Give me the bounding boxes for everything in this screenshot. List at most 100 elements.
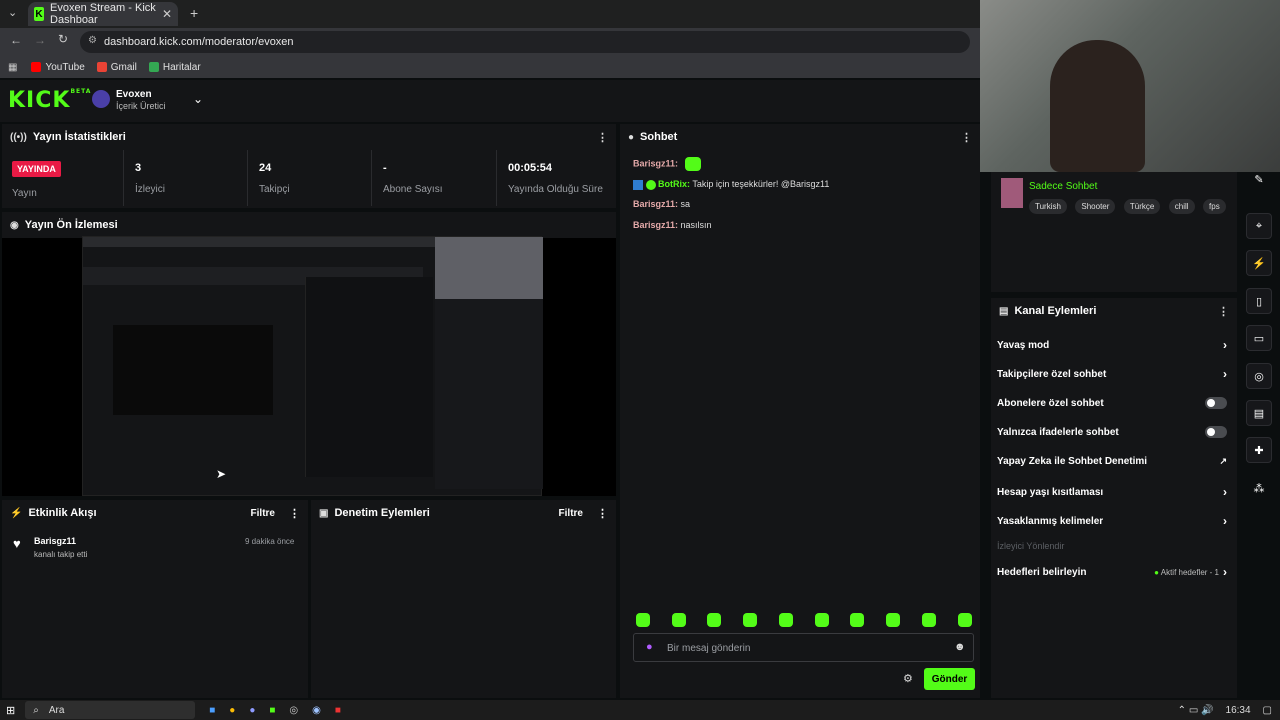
- chat-icon[interactable]: ▭: [1246, 325, 1272, 351]
- bookmark-maps[interactable]: Haritalar: [148, 62, 201, 73]
- webcam-overlay: [980, 0, 1280, 172]
- goals-row[interactable]: Hedefleri belirleyin ● Aktif hedefler - …: [997, 565, 1227, 579]
- stat-viewers: 3 İzleyici: [125, 150, 248, 206]
- activity-filter-button[interactable]: Filtre: [251, 508, 275, 519]
- chevron-right-icon: ›: [1223, 485, 1227, 499]
- streamer-silhouette: [1050, 40, 1145, 172]
- bookmark-gmail[interactable]: Gmail: [96, 62, 137, 73]
- stats-title: Yayın İstatistikleri: [32, 131, 126, 143]
- preview-title: Yayın Ön İzlemesi: [24, 219, 118, 231]
- kick-logo[interactable]: KICKBETA: [8, 88, 91, 113]
- new-tab-icon[interactable]: +: [190, 5, 198, 21]
- ai-moderation-row[interactable]: Yapay Zeka ile Sohbet Denetimi ↗: [997, 456, 1227, 467]
- slow-mode-row[interactable]: Yavaş mod ›: [997, 338, 1227, 352]
- bolt-icon[interactable]: ⚡: [1246, 250, 1272, 276]
- emoji-picker-icon[interactable]: ☻: [954, 641, 966, 653]
- channel-actions-menu-icon[interactable]: ⋮: [1218, 305, 1229, 318]
- channel-name: Evoxen: [116, 89, 152, 100]
- back-icon[interactable]: ←: [10, 33, 22, 47]
- chat-input[interactable]: ● Bir mesaj gönderin ☻: [633, 633, 974, 662]
- windows-start-icon[interactable]: ⊞: [6, 704, 15, 717]
- activity-menu-icon[interactable]: ⋮: [289, 507, 300, 520]
- moderation-panel: ▣ Denetim Eylemleri Filtre ⋮: [311, 500, 616, 698]
- chrome-icon[interactable]: ●: [229, 705, 235, 716]
- apps-icon[interactable]: ⁂: [1246, 475, 1272, 501]
- kick-app-icon[interactable]: ■: [269, 705, 275, 716]
- banned-words-row[interactable]: Yasaklanmış kelimeler ›: [997, 514, 1227, 528]
- account-age-row[interactable]: Hesap yaşı kısıtlaması ›: [997, 485, 1227, 499]
- notification-icon[interactable]: ▢: [1263, 705, 1272, 716]
- uptime-value: 00:05:54: [508, 162, 553, 174]
- channel-switch-chevron-icon[interactable]: ⌄: [193, 92, 203, 106]
- category-thumbnail: [1001, 178, 1023, 208]
- chat-menu-icon[interactable]: ⋮: [961, 131, 972, 144]
- event-time: 9 dakika önce: [245, 537, 295, 546]
- mic-icon[interactable]: ●: [646, 641, 653, 653]
- emote-icon[interactable]: [743, 613, 757, 627]
- wrench-icon[interactable]: ✚: [1246, 437, 1272, 463]
- live-label: Yayın: [12, 188, 37, 199]
- viewer-direction-label: İzleyici Yönlendir: [997, 541, 1065, 551]
- tag[interactable]: Türkçe: [1123, 199, 1161, 214]
- chat-message: BotRix: Takip için teşekkürler! @Barisgz…: [633, 179, 829, 190]
- emote-icon[interactable]: [672, 613, 686, 627]
- emote-icon[interactable]: [958, 613, 972, 627]
- chat-settings-icon[interactable]: ⚙: [903, 672, 913, 685]
- taskbar-search[interactable]: ⌕ Ara: [25, 701, 196, 719]
- taskbar: ⊞ ⌕ Ara ■ ● ● ■ ◎ ◉ ■ ⌃ ▭ 🔊 16:34 ▢: [0, 700, 1280, 720]
- preview-header: ◉ Yayın Ön İzlemesi: [2, 212, 616, 238]
- tab-list-icon[interactable]: ⌄: [8, 6, 17, 19]
- taskbar-app-icon[interactable]: ■: [335, 705, 341, 716]
- tag[interactable]: chill: [1168, 199, 1195, 214]
- chat-title: Sohbet: [640, 131, 678, 143]
- followers-value: 24: [259, 162, 272, 174]
- event-user: Barisgz11: [34, 536, 77, 546]
- tab-title: Evoxen Stream - Kick Dashboar: [50, 2, 156, 26]
- forward-icon[interactable]: →: [34, 33, 46, 47]
- chat-message: Barisgz11:: [633, 157, 701, 171]
- site-info-icon[interactable]: ⚙: [88, 35, 97, 46]
- moderation-menu-icon[interactable]: ⋮: [597, 507, 608, 520]
- followers-only-row[interactable]: Takipçilere özel sohbet ›: [997, 367, 1227, 381]
- taskbar-app-icon[interactable]: ■: [209, 705, 215, 716]
- emote-icon[interactable]: [707, 613, 721, 627]
- stats-menu-icon[interactable]: ⋮: [597, 131, 608, 144]
- emote-icon[interactable]: [922, 613, 936, 627]
- tag[interactable]: Turkish: [1029, 199, 1067, 214]
- preview-webcam: [435, 237, 543, 299]
- preview-video[interactable]: ➤: [82, 236, 543, 496]
- chat-panel: ● Sohbet ⋮: [620, 124, 980, 698]
- tag[interactable]: Shooter: [1075, 199, 1116, 214]
- tag[interactable]: fps: [1203, 199, 1226, 214]
- edit-icon[interactable]: ✎: [1246, 166, 1272, 192]
- subs-value: -: [383, 162, 387, 174]
- system-tray-icons[interactable]: ⌃ ▭ 🔊: [1178, 705, 1214, 716]
- scan-icon[interactable]: ⌖: [1246, 213, 1272, 239]
- tab-close-icon[interactable]: ✕: [162, 7, 172, 21]
- obs-icon[interactable]: ◎: [289, 705, 298, 716]
- emote-icon[interactable]: [779, 613, 793, 627]
- browser-tab[interactable]: K Evoxen Stream - Kick Dashboar ✕: [28, 2, 178, 26]
- discord-icon[interactable]: ●: [249, 705, 255, 716]
- url-field[interactable]: ⚙ dashboard.kick.com/moderator/evoxen: [80, 31, 970, 53]
- document-icon[interactable]: ▯: [1246, 288, 1272, 314]
- emote-icon[interactable]: [636, 613, 650, 627]
- broadcast-icon: ((•)): [10, 131, 27, 143]
- emote-icon[interactable]: [815, 613, 829, 627]
- bolt-icon: ⚡: [10, 507, 23, 519]
- reload-icon[interactable]: ↻: [58, 32, 68, 46]
- taskbar-clock[interactable]: 16:34: [1226, 705, 1251, 716]
- apps-icon[interactable]: ▦: [8, 62, 17, 73]
- moderation-filter-button[interactable]: Filtre: [559, 508, 583, 519]
- chat-bubble-icon: ●: [628, 131, 635, 143]
- bookmark-youtube[interactable]: YouTube: [31, 62, 85, 73]
- steam-icon[interactable]: ◉: [312, 705, 321, 716]
- subscribers-only-toggle[interactable]: [1205, 397, 1227, 409]
- broadcast-icon[interactable]: ◎: [1246, 363, 1272, 389]
- send-button[interactable]: Gönder: [924, 668, 975, 690]
- emotes-only-toggle[interactable]: [1205, 426, 1227, 438]
- emote-icon[interactable]: [886, 613, 900, 627]
- moderation-header: ▣ Denetim Eylemleri Filtre ⋮: [311, 500, 616, 526]
- layout-icon[interactable]: ▤: [1246, 400, 1272, 426]
- emote-icon[interactable]: [850, 613, 864, 627]
